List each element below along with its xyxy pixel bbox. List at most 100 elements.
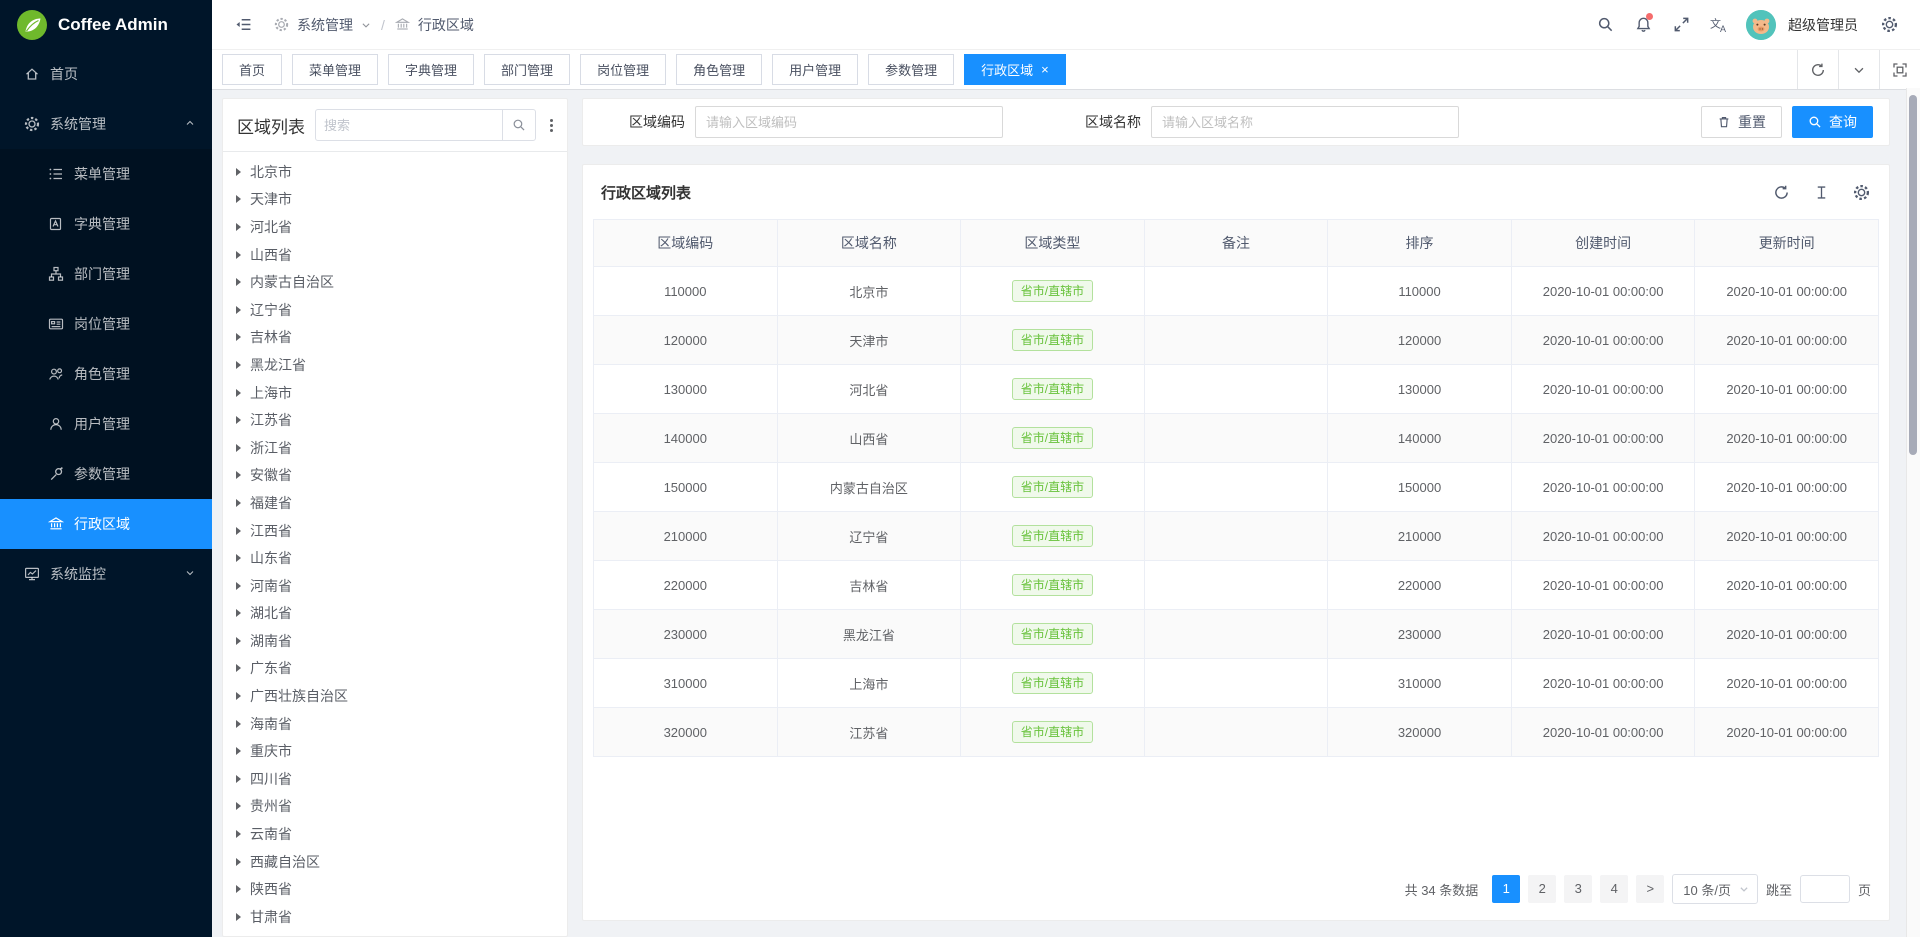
table-row[interactable]: 150000内蒙古自治区省市/直辖市1500002020-10-01 00:00… [594,463,1879,512]
caret-right-icon[interactable] [236,333,241,341]
scrollbar-thumb[interactable] [1909,95,1917,455]
caret-right-icon[interactable] [236,499,241,507]
table-row[interactable]: 310000上海市省市/直辖市3100002020-10-01 00:00:00… [594,659,1879,708]
table-row[interactable]: 220000吉林省省市/直辖市2200002020-10-01 00:00:00… [594,561,1879,610]
tree-node[interactable]: 陕西省 [223,875,567,903]
caret-right-icon[interactable] [236,471,241,479]
table-row[interactable]: 110000北京市省市/直辖市1100002020-10-01 00:00:00… [594,267,1879,316]
tree-node[interactable]: 广东省 [223,655,567,683]
caret-right-icon[interactable] [236,637,241,645]
search-icon[interactable] [502,110,535,140]
tab-用户管理[interactable]: 用户管理 [772,54,858,85]
tab-岗位管理[interactable]: 岗位管理 [580,54,666,85]
current-user-name[interactable]: 超级管理员 [1788,15,1858,35]
tree-node[interactable]: 黑龙江省 [223,351,567,379]
tab-字典管理[interactable]: 字典管理 [388,54,474,85]
tree-node[interactable]: 江苏省 [223,406,567,434]
tree-node[interactable]: 浙江省 [223,434,567,462]
translate-icon[interactable]: 文A [1702,8,1736,42]
tree-node[interactable]: 重庆市 [223,737,567,765]
tab-close-icon[interactable]: × [1041,63,1049,76]
tabs-dropdown-chevron-icon[interactable] [1838,50,1879,89]
pagination-page-4[interactable]: 4 [1600,875,1628,903]
caret-right-icon[interactable] [236,664,241,672]
region-name-input[interactable] [1151,106,1459,138]
tree-node[interactable]: 上海市 [223,379,567,407]
table-row[interactable]: 130000河北省省市/直辖市1300002020-10-01 00:00:00… [594,365,1879,414]
caret-right-icon[interactable] [236,223,241,231]
search-icon[interactable] [1588,8,1622,42]
sidebar-item-home[interactable]: 首页 [0,49,212,99]
column-settings-gear-icon[interactable] [1851,182,1871,202]
sidebar-item-administrative-region[interactable]: 行政区域 [0,499,212,549]
tab-参数管理[interactable]: 参数管理 [868,54,954,85]
caret-right-icon[interactable] [236,692,241,700]
caret-right-icon[interactable] [236,802,241,810]
caret-right-icon[interactable] [236,830,241,838]
caret-right-icon[interactable] [236,609,241,617]
sidebar-item-role-management[interactable]: 角色管理 [0,349,212,399]
table-row[interactable]: 320000江苏省省市/直辖市3200002020-10-01 00:00:00… [594,708,1879,757]
tab-菜单管理[interactable]: 菜单管理 [292,54,378,85]
sidebar-item-post-management[interactable]: 岗位管理 [0,299,212,349]
fullscreen-icon[interactable] [1664,8,1698,42]
tree-node[interactable]: 甘肃省 [223,903,567,931]
search-button[interactable]: 查询 [1792,106,1873,138]
sidebar-item-department-management[interactable]: 部门管理 [0,249,212,299]
caret-right-icon[interactable] [236,858,241,866]
menu-fold-icon[interactable] [226,8,260,42]
tree-node[interactable]: 福建省 [223,489,567,517]
refresh-icon[interactable] [1771,182,1791,202]
caret-right-icon[interactable] [236,389,241,397]
tree-node[interactable]: 天津市 [223,186,567,214]
breadcrumb-parent[interactable]: 系统管理 [297,15,353,35]
table-row[interactable]: 210000辽宁省省市/直辖市2100002020-10-01 00:00:00… [594,512,1879,561]
pagination-page-2[interactable]: 2 [1528,875,1556,903]
reset-button[interactable]: 重置 [1701,106,1782,138]
caret-right-icon[interactable] [236,278,241,286]
tree-node[interactable]: 河南省 [223,572,567,600]
caret-right-icon[interactable] [236,775,241,783]
tab-行政区域[interactable]: 行政区域× [964,54,1066,85]
tab-部门管理[interactable]: 部门管理 [484,54,570,85]
tree-node[interactable]: 河北省 [223,213,567,241]
tree-node[interactable]: 内蒙古自治区 [223,268,567,296]
caret-right-icon[interactable] [236,168,241,176]
table-row[interactable]: 230000黑龙江省省市/直辖市2300002020-10-01 00:00:0… [594,610,1879,659]
tree-node[interactable]: 青海省 [223,931,567,936]
table-row[interactable]: 120000天津市省市/直辖市1200002020-10-01 00:00:00… [594,316,1879,365]
table-row[interactable]: 140000山西省省市/直辖市1400002020-10-01 00:00:00… [594,414,1879,463]
pagination-page-1[interactable]: 1 [1492,875,1520,903]
tree-node[interactable]: 贵州省 [223,793,567,821]
caret-right-icon[interactable] [236,527,241,535]
tree-node[interactable]: 西藏自治区 [223,848,567,876]
pagination-page-3[interactable]: 3 [1564,875,1592,903]
caret-right-icon[interactable] [236,885,241,893]
page-scrollbar[interactable] [1906,88,1920,937]
tree-node[interactable]: 安徽省 [223,462,567,490]
row-density-icon[interactable] [1811,182,1831,202]
sidebar-item-dictionary-management[interactable]: 字典管理 [0,199,212,249]
tree-node[interactable]: 湖北省 [223,600,567,628]
sidebar-item-system-management[interactable]: 系统管理 [0,99,212,149]
sidebar-item-parameter-management[interactable]: 参数管理 [0,449,212,499]
caret-right-icon[interactable] [236,582,241,590]
caret-right-icon[interactable] [236,720,241,728]
caret-right-icon[interactable] [236,195,241,203]
pagination-next-button[interactable]: > [1636,875,1664,903]
caret-right-icon[interactable] [236,444,241,452]
caret-right-icon[interactable] [236,554,241,562]
content-maximize-icon[interactable] [1879,50,1920,89]
sidebar-item-system-monitor[interactable]: 系统监控 [0,549,212,599]
caret-right-icon[interactable] [236,251,241,259]
tab-角色管理[interactable]: 角色管理 [676,54,762,85]
tree-node[interactable]: 四川省 [223,765,567,793]
caret-right-icon[interactable] [236,747,241,755]
sidebar-item-menu-management[interactable]: 菜单管理 [0,149,212,199]
sidebar-item-user-management[interactable]: 用户管理 [0,399,212,449]
tabs-refresh-icon[interactable] [1797,50,1838,89]
region-code-input[interactable] [695,106,1003,138]
region-search-input[interactable] [316,118,502,133]
tree-node[interactable]: 吉林省 [223,324,567,352]
tree-node[interactable]: 广西壮族自治区 [223,682,567,710]
